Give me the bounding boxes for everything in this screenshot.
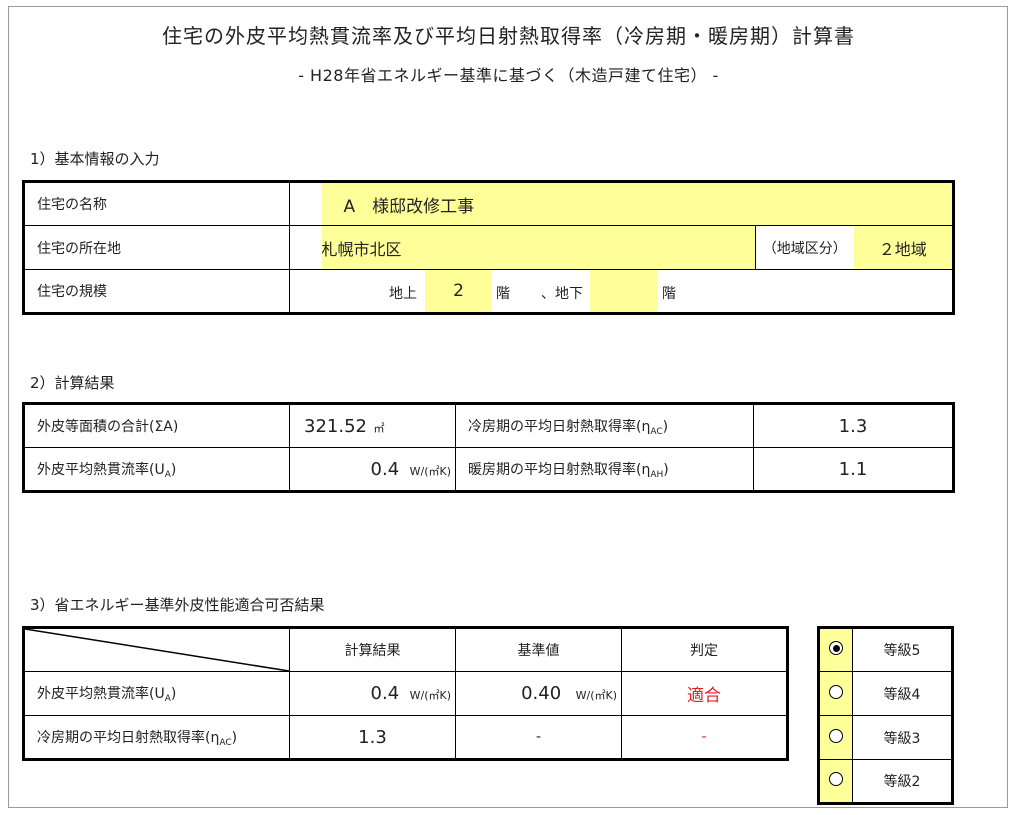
ua-unit: W/(㎡K) (409, 464, 451, 478)
grade-radio-5[interactable] (818, 627, 853, 672)
calc-result-table: 外皮等面積の合計(ΣA) 321.52 ㎡ 冷房期の平均日射熱取得率(ηAC) … (22, 402, 955, 493)
area-value: 321.52 (304, 415, 367, 437)
grade-radio-4[interactable] (818, 671, 853, 716)
region-value[interactable]: ２地域 (853, 225, 955, 270)
row2-standard: - (455, 715, 622, 760)
section3-heading: 3）省エネルギー基準外皮性能適合可否結果 (30, 596, 325, 614)
area-label: 外皮等面積の合計(ΣA) (23, 403, 290, 448)
eta-ac-value: 1.3 (753, 403, 954, 448)
row2-sub: AC (219, 737, 232, 748)
eta-ah-sub: AH (650, 469, 664, 480)
below-ground-label: 、地下 (541, 286, 583, 302)
grade-label-4: 等級4 (852, 671, 953, 716)
radio-empty-icon[interactable] (829, 684, 843, 699)
scale-label: 住宅の規模 (23, 269, 290, 314)
grade-radio-2[interactable] (818, 759, 853, 804)
radio-empty-icon[interactable] (829, 728, 843, 743)
row2-judge: - (621, 715, 788, 760)
floor-unit-label: 階 (496, 286, 510, 302)
col-judge-header: 判定 (621, 627, 788, 672)
row1-result: 0.4 (370, 683, 400, 704)
page-subtitle: - H28年省エネルギー基準に基づく（木造戸建て住宅） - (298, 66, 719, 85)
section1-heading: 1）基本情報の入力 (30, 150, 160, 168)
name-label: 住宅の名称 (23, 181, 290, 226)
location-input[interactable]: 札幌市北区 (321, 225, 756, 270)
diagonal-line (25, 629, 289, 671)
eta-ah-value: 1.1 (753, 447, 954, 492)
diagonal-header-cell (23, 627, 290, 672)
row1-judge: 適合 (621, 671, 788, 716)
location-label: 住宅の所在地 (23, 225, 290, 270)
eta-ah-label: 暖房期の平均日射熱取得率(η (468, 461, 651, 478)
row2-result: 1.3 (289, 715, 456, 760)
grade-radio-3[interactable] (818, 715, 853, 760)
ua-sub: A (164, 469, 171, 480)
row2-label: 冷房期の平均日射熱取得率(η (37, 729, 220, 746)
grade-selector: 等級5 等級4 等級3 等級2 (817, 626, 954, 805)
row1-result-unit: W/(㎡K) (409, 689, 451, 702)
region-label: （地域区分） (755, 225, 854, 270)
above-floors-input[interactable]: 2 (425, 270, 492, 312)
area-unit: ㎡ (373, 421, 385, 435)
floor-unit-label-2: 階 (662, 286, 676, 302)
radio-empty-icon[interactable] (829, 772, 843, 786)
page-title: 住宅の外皮平均熱貫流率及び平均日射熱取得率（冷房期・暖房期）計算書 (162, 24, 855, 48)
row1-standard-unit: W/(㎡K) (575, 689, 617, 702)
name-input[interactable]: A 様邸改修工事 (321, 181, 955, 226)
col-standard-header: 基準値 (455, 627, 622, 672)
grade-label-3: 等級3 (852, 715, 953, 760)
eta-ac-sub: AC (650, 426, 663, 437)
row1-standard: 0.40 (521, 683, 562, 704)
compliance-table: 計算結果 基準値 判定 外皮平均熱貫流率(UA) 0.4 W/(㎡K) 0.40… (22, 626, 789, 761)
row1-sub: A (164, 694, 171, 704)
grade-label-5: 等級5 (852, 627, 953, 672)
ua-label: 外皮平均熱貫流率(U (37, 461, 165, 478)
grade-label-2: 等級2 (852, 759, 953, 804)
eta-ac-label: 冷房期の平均日射熱取得率(η (468, 418, 651, 435)
ua-value: 0.4 (370, 458, 400, 480)
row1-label: 外皮平均熱貫流率(U (37, 686, 165, 702)
col-result-header: 計算結果 (289, 627, 456, 672)
basic-info-table: 住宅の名称 A 様邸改修工事 住宅の所在地 札幌市北区 （地域区分） ２地域 住… (22, 180, 956, 315)
section2-heading: 2）計算結果 (30, 374, 115, 392)
below-floors-input[interactable] (590, 270, 657, 312)
radio-selected-icon[interactable] (829, 641, 843, 655)
above-ground-label: 地上 (389, 286, 417, 302)
